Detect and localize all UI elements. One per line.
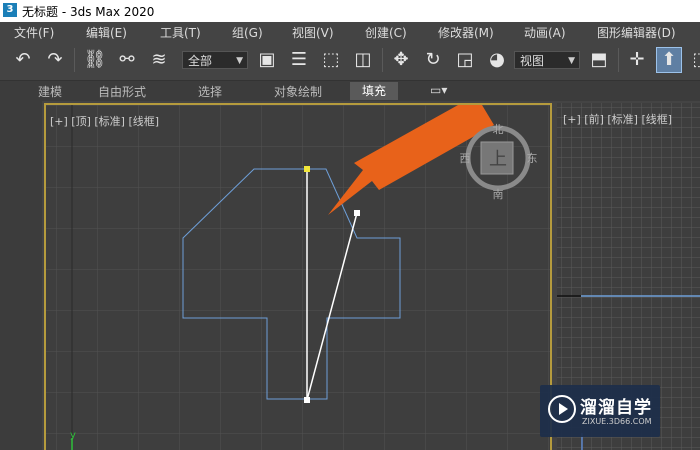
ribbon-tab-selection[interactable]: 选择 xyxy=(198,83,222,100)
menu-graph-editors[interactable]: 图形编辑器(D) xyxy=(597,24,676,41)
menu-animation[interactable]: 动画(A) xyxy=(524,24,566,41)
unlink-icon[interactable]: ⚯ xyxy=(114,47,140,73)
menu-modifiers[interactable]: 修改器(M) xyxy=(438,24,494,41)
left-panel xyxy=(0,101,42,450)
place-icon[interactable]: ◕ xyxy=(484,47,510,73)
front-viewport-label[interactable]: [+] [前] [标准] [线框] xyxy=(563,111,672,127)
title-bar: 3 无标题 - 3ds Max 2020 xyxy=(0,0,700,22)
ribbon-tab-freeform[interactable]: 自由形式 xyxy=(98,83,146,100)
scale-icon[interactable]: ◲ xyxy=(452,47,478,73)
axis-y-label: y xyxy=(70,430,76,441)
select-object-icon[interactable]: ▣ xyxy=(254,47,280,73)
reference-coord-value: 视图 xyxy=(520,54,545,68)
ribbon-options-icon[interactable]: ▭▾ xyxy=(430,83,447,97)
main-toolbar: ↶ ↷ ⛓ ⚯ ≋ 全部 ▼ ▣ ☰ ⬚ ◫ ✥ ↻ ◲ ◕ 视图 ▼ ⬒ ✛ … xyxy=(0,42,700,80)
bind-space-warp-icon[interactable]: ≋ xyxy=(146,47,172,73)
grid xyxy=(46,105,550,450)
window-title: 无标题 - 3ds Max 2020 xyxy=(22,5,155,19)
viewcube-north: 北 xyxy=(493,123,504,136)
top-viewport[interactable]: 上 北 南 西 东 y [+] [顶] [标准] [线框] xyxy=(44,103,552,450)
viewcube-south: 南 xyxy=(493,188,504,201)
window-crossing-icon[interactable]: ◫ xyxy=(350,47,376,73)
watermark-badge: 溜溜自学 ZIXUE.3D66.COM xyxy=(540,385,660,437)
ribbon-tab-modeling[interactable]: 建模 xyxy=(38,83,62,100)
3ds-max-icon: 3 xyxy=(3,3,17,17)
menu-tools[interactable]: 工具(T) xyxy=(160,24,201,41)
bottom-vertex[interactable] xyxy=(304,397,310,403)
viewcube-west: 西 xyxy=(460,152,471,165)
menu-view[interactable]: 视图(V) xyxy=(292,24,334,41)
rectangular-selection-icon[interactable]: ⬚ xyxy=(318,47,344,73)
undo-icon[interactable]: ↶ xyxy=(10,47,36,73)
first-vertex[interactable] xyxy=(304,166,310,172)
snaps-icon[interactable]: ⬚ xyxy=(688,47,700,73)
menu-create[interactable]: 创建(C) xyxy=(365,24,407,41)
viewport-canvas: 上 北 南 西 东 y xyxy=(46,105,550,450)
rotate-icon[interactable]: ↻ xyxy=(420,47,446,73)
top-vertex[interactable] xyxy=(354,210,360,216)
toolbar-divider xyxy=(74,48,75,72)
viewcube-east: 东 xyxy=(527,152,538,165)
link-icon[interactable]: ⛓ xyxy=(82,47,108,73)
move-icon[interactable]: ✥ xyxy=(388,47,414,73)
play-icon xyxy=(548,395,576,423)
ribbon-tab-object-paint[interactable]: 对象绘制 xyxy=(274,83,322,100)
selection-filter-value: 全部 xyxy=(188,54,213,68)
watermark-brand: 溜溜自学 xyxy=(580,398,652,418)
select-manipulate-icon[interactable]: ✛ xyxy=(624,47,650,73)
toolbar-divider xyxy=(382,48,383,72)
select-by-name-icon[interactable]: ☰ xyxy=(286,47,312,73)
menu-group[interactable]: 组(G) xyxy=(232,24,263,41)
menu-bar: 文件(F) 编辑(E) 工具(T) 组(G) 视图(V) 创建(C) 修改器(M… xyxy=(0,22,700,42)
toolbar-divider xyxy=(618,48,619,72)
reference-coord-dropdown[interactable]: 视图 ▼ xyxy=(514,51,580,69)
ribbon-tab-populate[interactable]: 填充 xyxy=(350,82,399,100)
ribbon-bar: 建模 自由形式 选择 对象绘制 填充 ▭▾ xyxy=(0,80,700,101)
keyboard-shortcut-override-icon[interactable]: ⬆ xyxy=(656,47,682,73)
pivot-center-icon[interactable]: ⬒ xyxy=(586,47,612,73)
watermark-url: ZIXUE.3D66.COM xyxy=(582,417,652,426)
selection-filter-dropdown[interactable]: 全部 ▼ xyxy=(182,51,248,69)
viewcube-face: 上 xyxy=(489,149,507,170)
chevron-down-icon: ▼ xyxy=(236,56,243,66)
menu-edit[interactable]: 编辑(E) xyxy=(86,24,127,41)
top-viewport-label[interactable]: [+] [顶] [标准] [线框] xyxy=(50,113,159,129)
chevron-down-icon: ▼ xyxy=(568,56,575,66)
menu-file[interactable]: 文件(F) xyxy=(14,24,54,41)
redo-icon[interactable]: ↷ xyxy=(42,47,68,73)
